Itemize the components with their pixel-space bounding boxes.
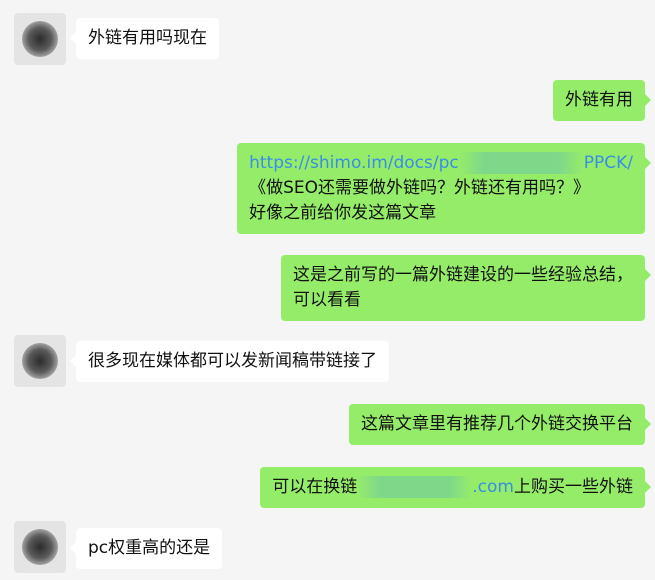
message-text-suffix: 上购买一些外链 [514, 477, 633, 497]
message-text: 可以看看 [293, 290, 361, 310]
contact-avatar[interactable] [14, 13, 66, 65]
message-text: 外链有用 [565, 90, 633, 110]
message-text: 这篇文章里有推荐几个外链交换平台 [361, 414, 633, 434]
shared-link[interactable]: https://shimo.im/docs/pc PPCK/ [249, 151, 633, 176]
message-bubble-incoming[interactable]: 外链有用吗现在 [70, 18, 219, 59]
message-text-prefix: 可以在换链 [272, 477, 358, 497]
message-bubble-outgoing[interactable]: 这是之前写的一篇外链建设的一些经验总结， 可以看看 [281, 255, 651, 321]
message-text: 这是之前写的一篇外链建设的一些经验总结， [293, 265, 633, 285]
link-domain-suffix[interactable]: .com [472, 477, 514, 497]
message-bubble-incoming[interactable]: 很多现在媒体都可以发新闻稿带链接了 [70, 341, 389, 382]
message-bubble-outgoing[interactable]: 外链有用 [553, 80, 651, 121]
message-text: 好像之前给你发这篇文章 [249, 203, 437, 223]
contact-avatar[interactable] [14, 335, 66, 387]
avatar-image [22, 21, 58, 57]
avatar-image [22, 529, 58, 565]
message-bubble-outgoing-link[interactable]: https://shimo.im/docs/pc PPCK/ 《做SEO还需要做外… [237, 143, 651, 234]
contact-avatar[interactable] [14, 521, 66, 573]
message-text: 很多现在媒体都可以发新闻稿带链接了 [88, 351, 377, 371]
link-url-end[interactable]: PPCK/ [584, 153, 633, 173]
link-url-start[interactable]: https://shimo.im/docs/pc [249, 153, 459, 173]
message-text: 《做SEO还需要做外链吗？外链还有用吗？》 [249, 178, 591, 198]
message-text: pc权重高的还是 [88, 538, 211, 558]
blurred-redaction [357, 476, 473, 498]
blurred-redaction [458, 152, 584, 174]
message-bubble-outgoing[interactable]: 可以在换链 .com上购买一些外链 [260, 467, 651, 508]
avatar-image [22, 343, 58, 379]
message-bubble-outgoing[interactable]: 这篇文章里有推荐几个外链交换平台 [349, 404, 651, 445]
message-bubble-incoming[interactable]: pc权重高的还是 [69, 528, 223, 569]
message-text: 外链有用吗现在 [88, 28, 207, 48]
